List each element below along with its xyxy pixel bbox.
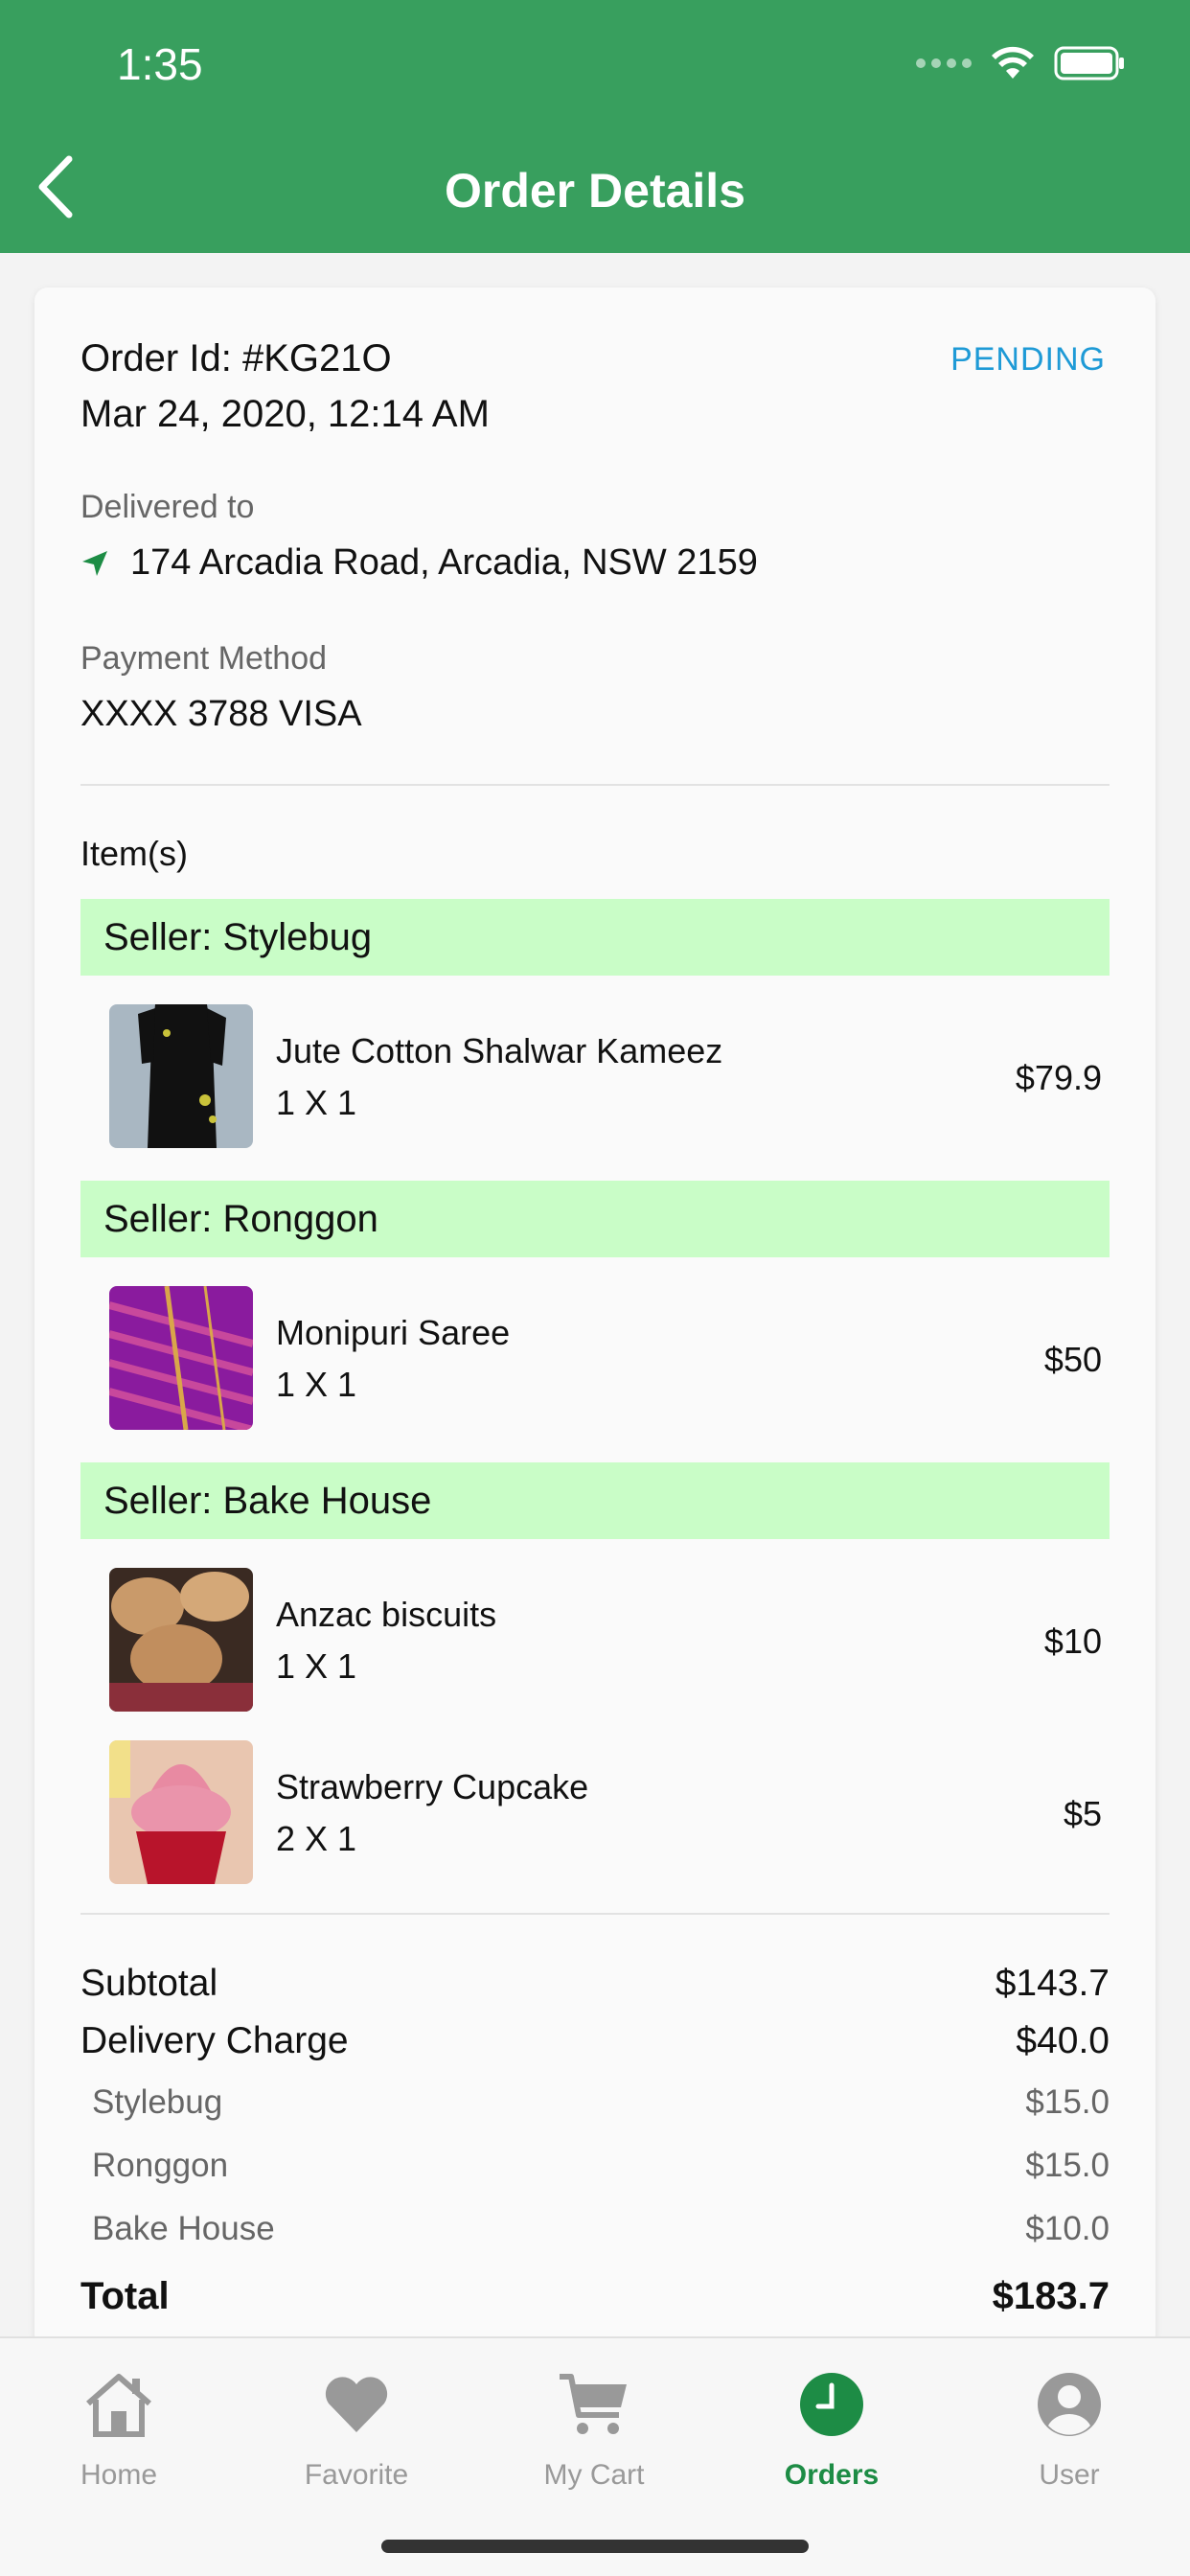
order-item[interactable]: Strawberry Cupcake 2 X 1 $5 — [80, 1740, 1110, 1884]
seller-label: Seller: Ronggon — [103, 1198, 378, 1240]
product-image — [109, 1568, 253, 1712]
item-price: $50 — [1043, 1340, 1102, 1379]
order-item[interactable]: Monipuri Saree 1 X 1 $50 — [80, 1286, 1110, 1430]
home-indicator — [381, 2540, 809, 2553]
total-row: Total $183.7 — [80, 2275, 1110, 2318]
order-item[interactable]: Jute Cotton Shalwar Kameez 1 X 1 $79.9 — [80, 1004, 1110, 1148]
user-icon — [1038, 2373, 1101, 2436]
order-card: Order Id: #KG21O PENDING Mar 24, 2020, 1… — [34, 288, 1156, 2348]
tab-label: Favorite — [304, 2459, 409, 2491]
item-quantity: 2 X 1 — [276, 1819, 357, 1858]
charge-label: Stylebug — [92, 2083, 223, 2121]
home-icon — [86, 2374, 151, 2437]
delivered-to-label: Delivered to — [80, 489, 255, 525]
product-image — [109, 1286, 253, 1430]
item-quantity: 1 X 1 — [276, 1365, 357, 1404]
battery-icon — [1054, 46, 1124, 80]
item-name: Anzac biscuits — [276, 1595, 497, 1634]
order-status-badge: PENDING — [950, 341, 1106, 378]
divider — [80, 784, 1110, 786]
tab-label: My Cart — [543, 2459, 645, 2491]
item-quantity: 1 X 1 — [276, 1083, 357, 1122]
charge-value: $15.0 — [1025, 2147, 1110, 2184]
seller-label: Seller: Stylebug — [103, 916, 373, 958]
payment-method-value: XXXX 3788 VISA — [80, 694, 362, 734]
delivery-address: 174 Arcadia Road, Arcadia, NSW 2159 — [80, 542, 1110, 584]
order-item[interactable]: Anzac biscuits 1 X 1 $10 — [80, 1568, 1110, 1712]
tab-user[interactable]: User — [973, 2361, 1165, 2492]
clock-icon — [800, 2373, 863, 2436]
order-date: Mar 24, 2020, 12:14 AM — [80, 393, 490, 435]
total-value: $183.7 — [992, 2275, 1110, 2317]
address-text: 174 Arcadia Road, Arcadia, NSW 2159 — [130, 542, 758, 583]
tab-orders[interactable]: Orders — [736, 2361, 927, 2492]
status-icons — [916, 46, 1125, 80]
seller-header-stylebug: Seller: Stylebug — [80, 899, 1110, 976]
charge-row: Ronggon $15.0 — [80, 2147, 1110, 2185]
seller-header-ronggon: Seller: Ronggon — [80, 1181, 1110, 1257]
charge-value: $15.0 — [1025, 2083, 1110, 2121]
delivery-charge-row: Delivery Charge $40.0 — [80, 2020, 1110, 2062]
product-image — [109, 1740, 253, 1884]
charge-label: Ronggon — [92, 2147, 229, 2184]
subtotal-value: $143.7 — [995, 1963, 1110, 2004]
delivery-charge-value: $40.0 — [1016, 2020, 1110, 2061]
seller-header-bake-house: Seller: Bake House — [80, 1462, 1110, 1539]
charge-row: Stylebug $15.0 — [80, 2083, 1110, 2122]
item-price: $10 — [1043, 1622, 1102, 1661]
tab-label: User — [1039, 2459, 1100, 2491]
item-price: $79.9 — [1015, 1058, 1102, 1097]
wifi-icon — [992, 46, 1034, 79]
item-price: $5 — [1063, 1794, 1102, 1833]
charge-label: Bake House — [92, 2210, 275, 2247]
tab-favorite[interactable]: Favorite — [261, 2361, 452, 2492]
product-image — [109, 1004, 253, 1148]
item-name: Monipuri Saree — [276, 1313, 511, 1352]
item-name: Strawberry Cupcake — [276, 1767, 589, 1806]
total-label: Total — [80, 2275, 170, 2317]
items-label: Item(s) — [80, 834, 188, 873]
page-title: Order Details — [444, 164, 745, 218]
delivery-charge-label: Delivery Charge — [80, 2020, 349, 2061]
cart-icon — [560, 2374, 627, 2434]
subtotal-row: Subtotal $143.7 — [80, 1963, 1110, 2005]
signal-icon — [916, 58, 972, 68]
item-quantity: 1 X 1 — [276, 1646, 357, 1686]
tab-label: Home — [80, 2459, 158, 2491]
divider — [80, 1913, 1110, 1915]
seller-label: Seller: Bake House — [103, 1480, 432, 1522]
charge-value: $10.0 — [1025, 2210, 1110, 2247]
location-arrow-icon — [82, 550, 107, 576]
status-time: 1:35 — [117, 39, 203, 89]
heart-icon — [325, 2377, 388, 2432]
payment-method-label: Payment Method — [80, 640, 328, 677]
charge-row: Bake House $10.0 — [80, 2210, 1110, 2248]
tab-my-cart[interactable]: My Cart — [498, 2361, 690, 2492]
app-header: 1:35 Order Details — [0, 0, 1190, 253]
tab-label: Orders — [784, 2459, 880, 2491]
item-name: Jute Cotton Shalwar Kameez — [276, 1031, 723, 1070]
subtotal-label: Subtotal — [80, 1963, 218, 2004]
tab-home[interactable]: Home — [23, 2361, 215, 2492]
